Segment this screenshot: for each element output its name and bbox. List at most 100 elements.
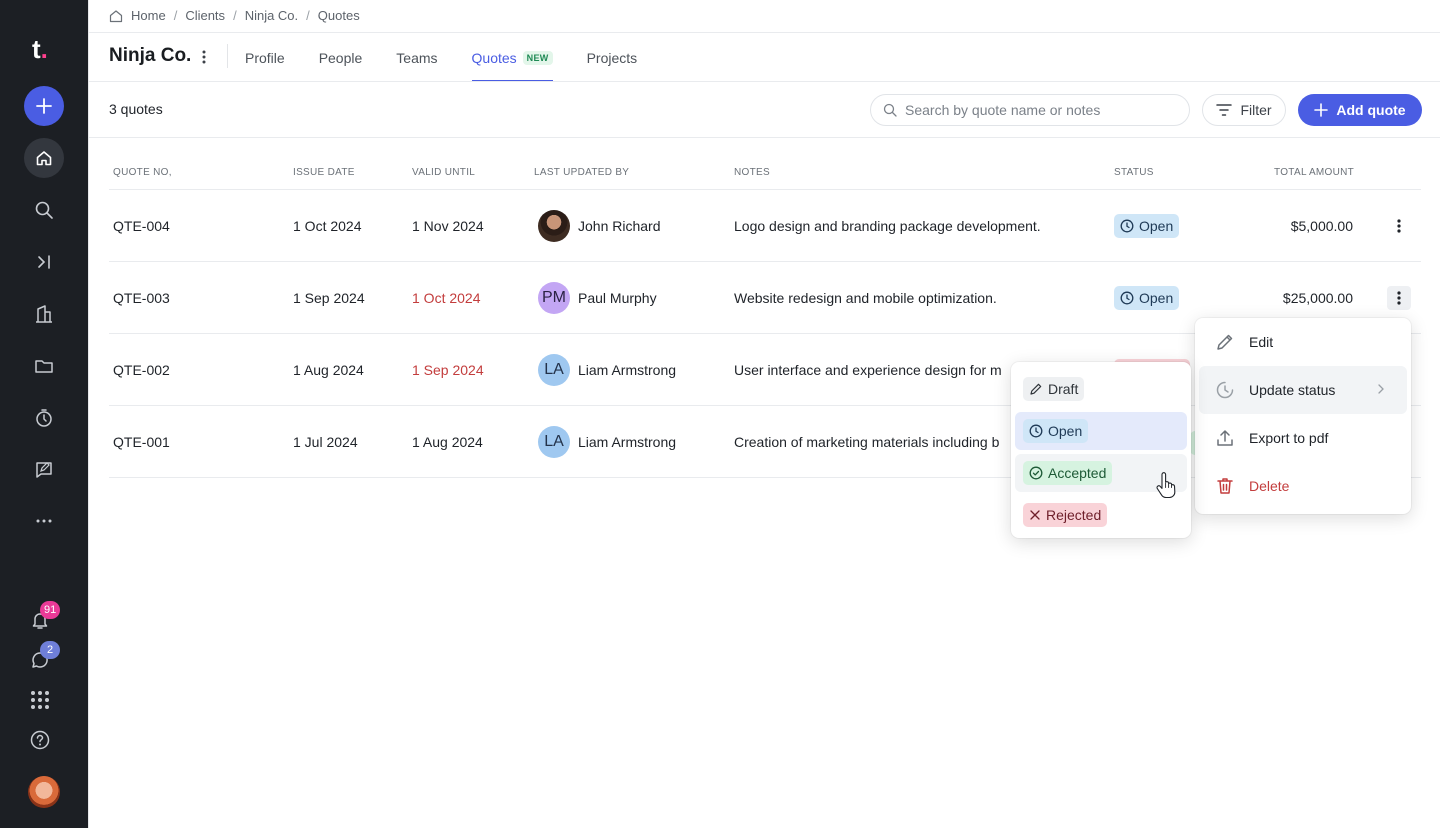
tab-quotes[interactable]: Quotes NEW xyxy=(471,33,553,82)
divider xyxy=(89,81,1440,82)
avatar xyxy=(538,210,570,242)
row-actions-menu: Edit Update status Export to pdf Delete xyxy=(1195,318,1411,514)
messages-badge: 2 xyxy=(40,641,60,659)
breadcrumb-client[interactable]: Ninja Co. xyxy=(245,8,298,23)
nav-home[interactable] xyxy=(24,138,64,178)
column-header-last-updated-by[interactable]: LAST UPDATED BY xyxy=(534,167,629,178)
create-button[interactable] xyxy=(24,86,64,126)
search-icon xyxy=(883,103,897,117)
status-icon xyxy=(1216,381,1234,399)
column-header-total-amount[interactable]: TOTAL AMOUNT xyxy=(1274,167,1354,178)
note-icon xyxy=(36,462,52,478)
breadcrumb-home[interactable]: Home xyxy=(131,8,166,23)
home-icon xyxy=(109,9,123,22)
app-logo[interactable]: t. xyxy=(32,34,48,65)
clock-icon xyxy=(1120,291,1134,305)
column-header-status[interactable]: STATUS xyxy=(1114,167,1154,178)
nav-projects[interactable] xyxy=(30,352,58,380)
client-tabs: Profile People Teams Quotes NEW Projects xyxy=(245,33,671,82)
valid-until: 1 Sep 2024 xyxy=(412,362,484,378)
user-name: Liam Armstrong xyxy=(578,362,677,378)
nav-clients[interactable] xyxy=(30,300,58,328)
divider xyxy=(227,44,228,68)
status-option-open[interactable]: Open xyxy=(1015,412,1187,450)
quote-number[interactable]: QTE-004 xyxy=(113,190,170,262)
tab-people[interactable]: People xyxy=(319,33,363,82)
notifications-badge: 91 xyxy=(40,601,61,619)
tab-profile[interactable]: Profile xyxy=(245,33,285,82)
kebab-icon xyxy=(1397,291,1401,305)
column-header-quote-no[interactable]: QUOTE NO, xyxy=(113,167,172,178)
row-options-button[interactable] xyxy=(1387,286,1411,310)
apps-icon xyxy=(31,691,49,709)
help-icon xyxy=(30,730,50,750)
nav-notes[interactable] xyxy=(30,456,58,484)
quote-number[interactable]: QTE-001 xyxy=(113,406,170,478)
status-badge: Open xyxy=(1114,214,1180,238)
apps-button[interactable] xyxy=(26,686,54,714)
collapse-icon xyxy=(38,255,50,269)
breadcrumb-separator: / xyxy=(233,8,237,23)
help-button[interactable] xyxy=(26,726,54,754)
clock-icon xyxy=(1029,424,1043,438)
column-header-issue-date[interactable]: ISSUE DATE xyxy=(293,167,355,178)
main-content: Home / Clients / Ninja Co. / Quotes Ninj… xyxy=(88,0,1440,828)
pencil-icon xyxy=(1217,334,1233,350)
quote-number[interactable]: QTE-003 xyxy=(113,262,170,334)
status-badge: Accepted xyxy=(1023,461,1113,485)
upload-icon xyxy=(1217,430,1233,446)
filter-icon xyxy=(1216,104,1233,116)
menu-item-export-pdf[interactable]: Export to pdf xyxy=(1199,414,1407,462)
status-option-rejected[interactable]: Rejected xyxy=(1015,496,1187,534)
valid-until: 1 Oct 2024 xyxy=(412,290,481,306)
column-header-notes[interactable]: NOTES xyxy=(734,167,770,178)
status-badge: Rejected xyxy=(1023,503,1108,527)
menu-item-update-status[interactable]: Update status xyxy=(1199,366,1407,414)
avatar: LA xyxy=(538,426,570,458)
search-input[interactable] xyxy=(905,102,1175,118)
table-row[interactable]: QTE-004 1 Oct 2024 1 Nov 2024 John Richa… xyxy=(109,189,1421,261)
status-option-draft[interactable]: Draft xyxy=(1015,370,1187,408)
last-updated-by: John Richard xyxy=(538,190,661,262)
nav-expand[interactable] xyxy=(30,248,58,276)
close-icon xyxy=(1030,510,1040,520)
status-badge: Open xyxy=(1023,419,1089,443)
issue-date: 1 Aug 2024 xyxy=(293,362,364,378)
issue-date: 1 Sep 2024 xyxy=(293,290,365,306)
quote-number[interactable]: QTE-002 xyxy=(113,334,170,406)
menu-item-edit[interactable]: Edit xyxy=(1199,318,1407,366)
breadcrumb-separator: / xyxy=(306,8,310,23)
client-options-button[interactable] xyxy=(197,47,211,67)
nav-more[interactable] xyxy=(30,507,58,535)
quote-count: 3 quotes xyxy=(109,101,163,117)
notes: Logo design and branding package develop… xyxy=(734,218,1041,234)
column-header-valid-until[interactable]: VALID UNTIL xyxy=(412,167,475,178)
sidebar: t. 91 2 xyxy=(0,0,88,828)
search-box[interactable] xyxy=(870,94,1190,126)
valid-until: 1 Nov 2024 xyxy=(412,218,484,234)
filter-button[interactable]: Filter xyxy=(1202,94,1286,126)
nav-search[interactable] xyxy=(30,196,58,224)
notes: Creation of marketing materials includin… xyxy=(734,434,1000,450)
status-submenu: Draft Open Accepted Rejected xyxy=(1011,362,1191,538)
trash-icon xyxy=(1217,478,1233,494)
avatar: LA xyxy=(538,354,570,386)
breadcrumb-clients[interactable]: Clients xyxy=(185,8,225,23)
user-avatar[interactable] xyxy=(28,776,60,808)
add-quote-button[interactable]: Add quote xyxy=(1298,94,1422,126)
timer-icon xyxy=(36,409,52,427)
user-name: Liam Armstrong xyxy=(578,434,677,450)
home-icon xyxy=(36,151,52,166)
status-cell: Open xyxy=(1114,190,1180,262)
tab-teams[interactable]: Teams xyxy=(396,33,437,82)
filter-label: Filter xyxy=(1240,102,1272,118)
row-options-button[interactable] xyxy=(1387,214,1411,238)
user-name: Paul Murphy xyxy=(578,290,657,306)
avatar: PM xyxy=(538,282,570,314)
nav-timesheets[interactable] xyxy=(30,404,58,432)
status-badge: Open xyxy=(1114,286,1180,310)
menu-item-delete[interactable]: Delete xyxy=(1199,462,1407,510)
check-circle-icon xyxy=(1029,466,1043,480)
issue-date: 1 Oct 2024 xyxy=(293,218,362,234)
tab-projects[interactable]: Projects xyxy=(587,33,638,82)
